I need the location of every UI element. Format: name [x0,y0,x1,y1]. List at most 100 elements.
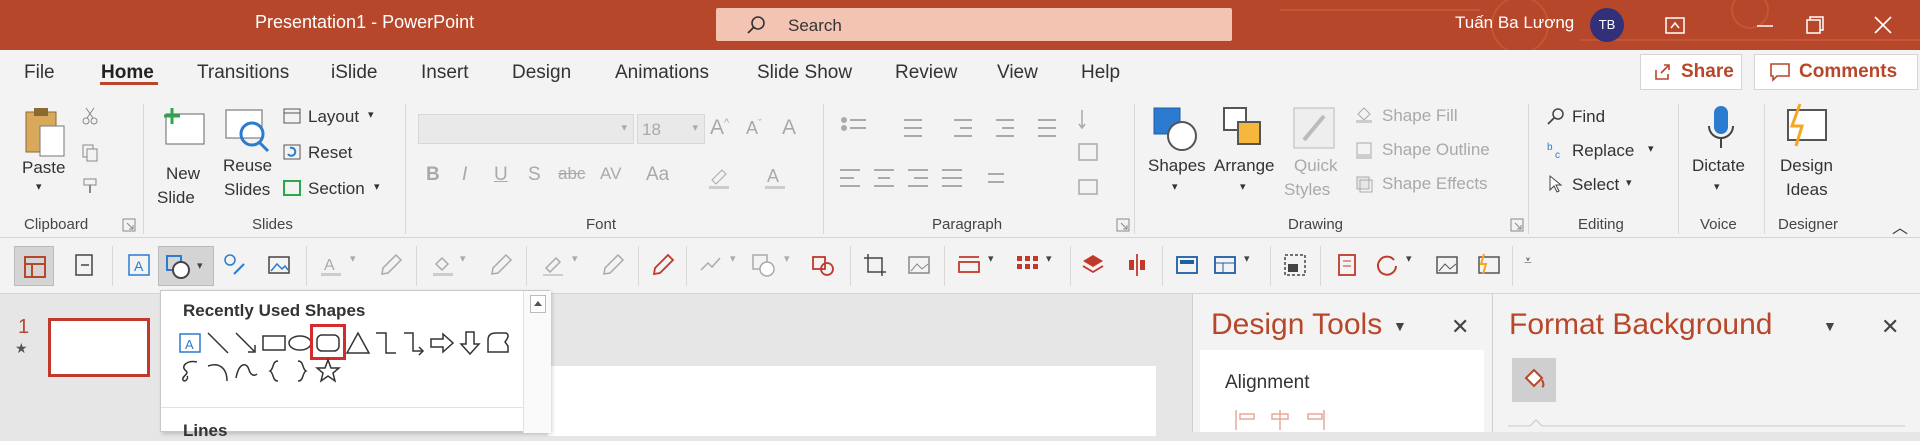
shape-outline-icon[interactable] [1354,140,1374,160]
shapes-icon[interactable] [1150,104,1202,154]
dictate-label[interactable]: Dictate [1692,156,1745,176]
shape-outline-label[interactable]: Shape Outline [1382,140,1490,160]
layout-label[interactable]: Layout [308,107,359,127]
text-direction-icons[interactable] [1076,106,1102,206]
drawing-launcher-icon[interactable] [1510,218,1524,232]
shape-effects-tool-dropdown-icon[interactable]: ▾ [730,252,736,265]
layout-dropdown-icon[interactable]: ▾ [368,108,374,121]
triangle-icon[interactable] [345,330,371,356]
right-arrow-icon[interactable] [429,330,455,356]
new-slide-tool-icon[interactable] [72,252,98,278]
curve-icon[interactable] [233,358,259,384]
change-case-icon[interactable]: Aa [646,164,669,186]
alignment-buttons-icons[interactable] [1232,408,1352,432]
design-tools-close-icon[interactable]: ✕ [1451,314,1469,340]
minimize-icon[interactable] [1750,10,1780,40]
line-icon[interactable] [205,330,231,356]
distribute-tool-dropdown-icon[interactable]: ▾ [1046,252,1052,265]
distribute-tool-icon[interactable] [1014,252,1040,278]
character-spacing-icon[interactable]: AV [600,164,621,184]
tab-review[interactable]: Review [895,62,957,84]
arrange-icon[interactable] [1220,104,1268,154]
icons-tool-icon[interactable] [222,252,248,278]
image-tool-icon[interactable] [906,252,932,278]
quick-styles-label-1[interactable]: Quick [1294,156,1337,176]
color-tool-dropdown-icon[interactable]: ▾ [1406,252,1412,265]
reuse-slides-label-2[interactable]: Slides [224,180,270,200]
arrange-label[interactable]: Arrange [1214,156,1274,176]
shapes-label[interactable]: Shapes [1148,156,1206,176]
snip-shape-icon[interactable] [485,330,511,356]
gallery-scrollbar[interactable] [523,291,551,433]
slide-thumbnail[interactable] [48,318,150,377]
font-color-tool-icon[interactable]: A [318,252,344,278]
find-label[interactable]: Find [1572,107,1605,127]
highlight-icon[interactable] [706,164,732,190]
tab-help[interactable]: Help [1081,62,1120,84]
tab-design[interactable]: Design [512,62,571,84]
format-background-close-icon[interactable]: ✕ [1881,314,1899,340]
reuse-slides-label-1[interactable]: Reuse [223,156,272,176]
alignment-icons[interactable] [838,166,1038,192]
arrange-dropdown-icon[interactable]: ▾ [1240,180,1246,193]
shape-style-tool-dropdown-icon[interactable]: ▾ [784,252,790,265]
format-background-menu-icon[interactable]: ▼ [1823,318,1837,334]
select-dropdown-icon[interactable]: ▾ [1626,176,1632,189]
slide-size-tool-icon[interactable] [1174,252,1200,278]
tab-animations[interactable]: Animations [615,62,709,84]
right-brace-icon[interactable] [289,358,315,384]
scroll-up-button[interactable] [530,295,546,313]
copy-icon[interactable] [80,142,100,162]
paste-icon[interactable] [22,104,68,160]
layout-icon[interactable] [282,106,302,126]
font-color-icon[interactable]: A [762,164,788,190]
star-icon[interactable] [315,358,341,384]
merge-shapes-tool-icon[interactable] [810,252,836,278]
shapes-tool-button[interactable]: ▾ [158,246,214,286]
text-box-icon[interactable]: A [177,330,203,356]
outline-color-tool-dropdown-icon[interactable]: ▾ [572,252,578,265]
eyedropper-red-icon[interactable] [650,252,676,278]
italic-icon[interactable]: I [462,164,467,186]
down-arrow-icon[interactable] [457,330,483,356]
slide-canvas[interactable] [548,366,1156,436]
design-ideas-label-1[interactable]: Design [1780,156,1833,176]
color-tool-icon[interactable] [1374,252,1400,278]
elbow-connector-icon[interactable] [373,330,399,356]
picture-tool-icon[interactable] [266,252,292,278]
share-button[interactable]: Share [1640,54,1742,90]
screenshot-tool-icon[interactable] [1282,252,1308,278]
design-tools-menu-icon[interactable]: ▼ [1393,318,1407,334]
format-painter-icon[interactable] [80,176,100,196]
section-icon[interactable] [282,178,302,198]
tab-islide[interactable]: iSlide [331,62,377,84]
shapes-dropdown-icon[interactable]: ▾ [1172,180,1178,193]
search-box[interactable]: Search [716,8,1232,41]
user-name[interactable]: Tuấn Ba Lương [1455,13,1574,33]
shrink-font-icon[interactable]: Aˇ [746,118,762,139]
paste-label[interactable]: Paste [22,158,65,178]
ribbon-display-options-icon[interactable] [1660,10,1690,40]
selected-tool-box[interactable] [14,246,54,286]
eyedropper-fill-icon[interactable] [488,252,514,278]
section-dropdown-icon[interactable]: ▾ [374,180,380,193]
new-slide-label-1[interactable]: New [166,164,200,184]
select-cursor-icon[interactable] [1546,174,1566,194]
find-icon[interactable] [1546,106,1566,126]
design-ideas-label-2[interactable]: Ideas [1786,180,1828,200]
fill-tab-button[interactable] [1512,358,1556,402]
grid-layout-tool-dropdown-icon[interactable]: ▾ [1244,252,1250,265]
elbow-arrow-connector-icon[interactable] [401,330,427,356]
font-color-tool-dropdown-icon[interactable]: ▾ [350,252,356,265]
font-size-dropdown-icon[interactable]: ▾ [692,121,698,134]
shape-effects-tool-icon[interactable] [698,252,724,278]
tab-slide-show[interactable]: Slide Show [757,62,852,84]
new-slide-icon[interactable] [160,104,208,154]
tab-view[interactable]: View [997,62,1038,84]
avatar[interactable]: TB [1590,8,1624,42]
underline-icon[interactable]: U [494,164,508,186]
shapes-tool-dropdown-icon[interactable]: ▾ [197,259,203,272]
replace-dropdown-icon[interactable]: ▾ [1648,142,1654,155]
font-size-box[interactable]: 18 ▾ [637,114,705,144]
bold-icon[interactable]: B [426,164,440,186]
